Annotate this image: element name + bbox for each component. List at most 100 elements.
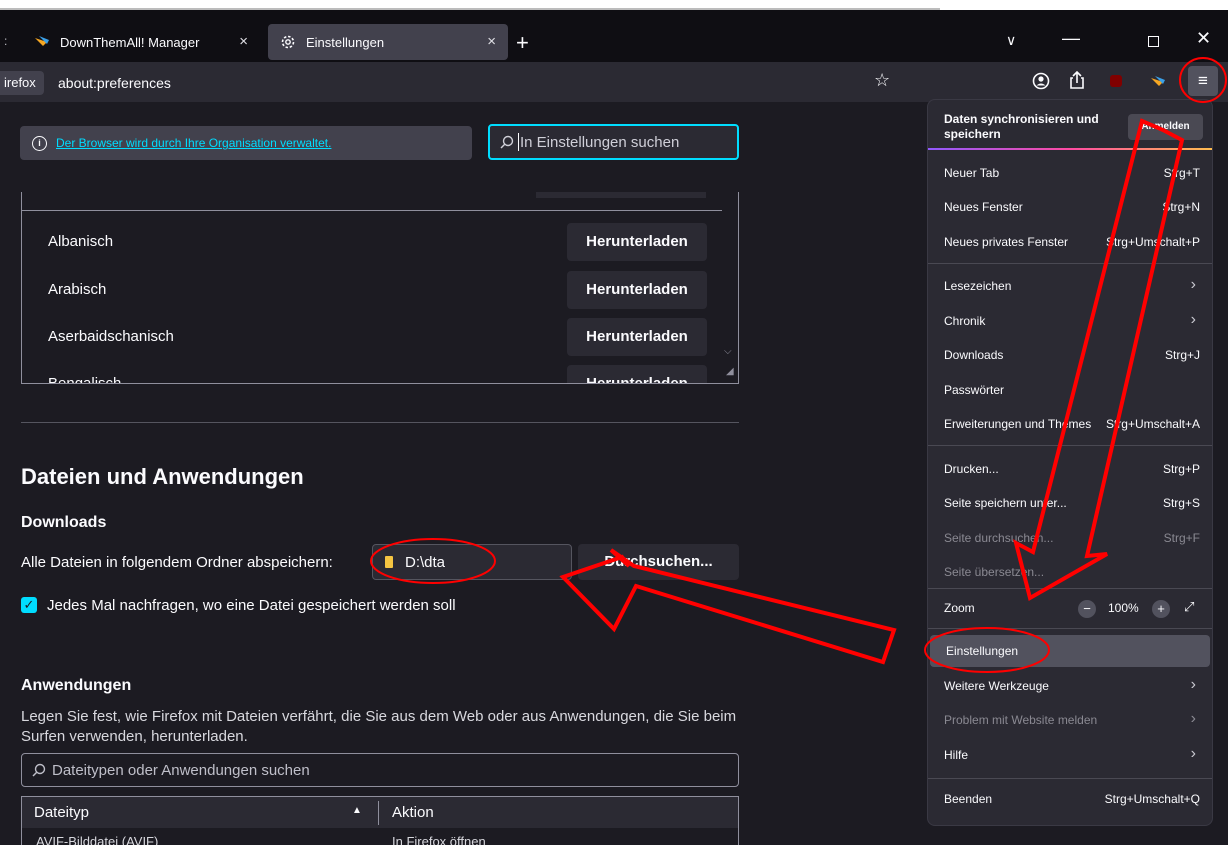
new-tab-button[interactable]: + (516, 30, 529, 56)
language-name: Albanisch (48, 233, 114, 250)
resize-grip-icon[interactable]: ◢ (726, 366, 734, 377)
minimize-button[interactable]: — (1062, 28, 1080, 49)
chevron-right-icon: › (1190, 710, 1196, 727)
menu-item-find-in-page: Seite durchsuchen... Strg+F (944, 531, 1200, 545)
close-tab-icon[interactable]: × (487, 33, 496, 50)
download-language-button[interactable]: Herunterladen (567, 223, 707, 261)
hamburger-menu-button[interactable]: ≡ (1188, 66, 1218, 96)
menu-separator (928, 588, 1212, 589)
app-menu-panel: Daten synchronisieren und speichern Anme… (927, 99, 1213, 826)
ublock-origin-icon[interactable] (1110, 75, 1122, 87)
menu-item-private-window[interactable]: Neues privates Fenster Strg+Umschalt+P (928, 228, 1212, 258)
text-cursor (518, 133, 519, 151)
menu-item-more-tools[interactable]: Weitere Werkzeuge › (928, 672, 1212, 702)
search-icon (500, 135, 514, 149)
menu-item-new-tab[interactable]: Neuer Tab Strg+T (928, 159, 1212, 189)
cell-type: AVIF-Bilddatei (AVIF) (36, 834, 159, 845)
close-tab-icon[interactable]: × (239, 33, 248, 50)
menu-separator (928, 263, 1212, 264)
menu-separator (928, 445, 1212, 446)
menu-item-settings[interactable]: Einstellungen (930, 635, 1210, 667)
browse-button[interactable]: Durchsuchen... (578, 544, 739, 580)
column-divider (378, 801, 379, 825)
ask-download-checkbox[interactable]: ✓ (21, 597, 37, 613)
sign-in-button[interactable]: Anmelden (1128, 114, 1203, 140)
menu-item-history[interactable]: Chronik › (928, 307, 1212, 337)
language-list[interactable]: Albanisch Herunterladen Arabisch Herunte… (21, 192, 739, 384)
fullscreen-icon[interactable]: ⤢ (1184, 599, 1194, 615)
tab-title: Einstellungen (306, 34, 385, 50)
gear-icon (280, 34, 296, 50)
scroll-down-icon[interactable]: ⌵ (724, 346, 732, 357)
menu-item-downloads[interactable]: Downloads Strg+J (928, 341, 1212, 371)
sort-ascending-icon[interactable]: ▲ (352, 805, 362, 816)
zoom-reset-button[interactable]: 100% (1108, 601, 1139, 615)
chevron-right-icon: › (1190, 311, 1196, 328)
settings-search-input[interactable]: In Einstellungen suchen (488, 124, 739, 160)
tab-title: DownThemAll! Manager (60, 34, 200, 50)
language-name: Arabisch (48, 281, 107, 298)
list-item: Bengalisch Herunterladen (22, 365, 722, 384)
policy-link[interactable]: Der Browser wird durch Ihre Organisation… (56, 136, 331, 150)
info-icon: i (32, 135, 47, 151)
menu-item-bookmarks[interactable]: Lesezeichen › (928, 272, 1212, 302)
menu-separator (928, 778, 1212, 779)
download-language-button[interactable]: Herunterladen (567, 365, 707, 383)
chevron-right-icon: › (1190, 676, 1196, 693)
menu-item-passwords[interactable]: Passwörter (928, 376, 1212, 406)
policy-notice: i Der Browser wird durch Ihre Organisati… (20, 126, 472, 160)
account-icon[interactable] (1032, 72, 1050, 95)
column-header-action[interactable]: Aktion (392, 804, 434, 821)
download-folder-field[interactable]: D:\dta (372, 544, 572, 580)
list-all-tabs-button[interactable]: ∨ (1006, 32, 1016, 49)
menu-item-save-page[interactable]: Seite speichern unter... Strg+S (928, 489, 1212, 519)
menu-item-quit[interactable]: Beenden Strg+Umschalt+Q (928, 785, 1212, 815)
share-icon[interactable] (1068, 70, 1086, 95)
nav-toolbar: irefox about:preferences ☆ ≡ (0, 62, 1228, 102)
downthemall-icon (34, 34, 50, 50)
language-name: Bengalisch (48, 375, 122, 384)
filetype-search-input[interactable]: Dateitypen oder Anwendungen suchen (21, 753, 739, 787)
menu-item-print[interactable]: Drucken... Strg+P (928, 455, 1212, 485)
language-name: Aserbaidschanisch (48, 328, 174, 345)
downthemall-icon[interactable] (1150, 74, 1166, 95)
tab-edge-glyph: : (4, 34, 8, 48)
menu-item-translate: Seite übersetzen... (944, 565, 1045, 579)
zoom-in-button[interactable]: + (1152, 600, 1170, 618)
zoom-out-button[interactable]: − (1078, 600, 1096, 618)
downloads-heading: Downloads (21, 514, 107, 531)
tab-downthemall-manager[interactable]: DownThemAll! Manager × (22, 24, 260, 60)
folder-icon (385, 556, 393, 568)
ask-download-label[interactable]: Jedes Mal nachfragen, wo eine Datei gesp… (47, 597, 456, 614)
section-title: Dateien und Anwendungen (21, 464, 304, 489)
download-language-button[interactable]: Herunterladen (567, 271, 707, 309)
menu-item-addons[interactable]: Erweiterungen und Themes Strg+Umschalt+A (928, 410, 1212, 440)
download-language-button[interactable]: Herunterladen (567, 318, 707, 356)
bookmark-star-icon[interactable]: ☆ (874, 70, 890, 91)
menu-item-zoom: Zoom − 100% + ⤢ (944, 599, 1195, 618)
cut-off-button (536, 192, 706, 198)
close-window-button[interactable]: ✕ (1196, 28, 1211, 49)
cell-action: In Firefox öffnen (392, 834, 486, 845)
save-folder-label: Alle Dateien in folgendem Ordner abspeic… (21, 554, 333, 571)
applications-description: Legen Sie fest, wie Firefox mit Dateien … (21, 708, 737, 745)
menu-item-new-window[interactable]: Neues Fenster Strg+N (928, 193, 1212, 223)
filetype-search-placeholder: Dateitypen oder Anwendungen suchen (52, 761, 310, 779)
menu-item-help[interactable]: Hilfe › (928, 741, 1212, 771)
maximize-button[interactable] (1148, 36, 1159, 47)
search-placeholder: In Einstellungen suchen (520, 133, 680, 151)
list-item: Arabisch Herunterladen (22, 271, 722, 309)
applications-heading: Anwendungen (21, 677, 132, 694)
table-row[interactable]: AVIF-Bilddatei (AVIF) In Firefox öffnen (21, 828, 739, 845)
url-bar[interactable]: about:preferences (58, 71, 171, 95)
identity-box[interactable]: irefox (0, 71, 44, 95)
tab-bar: : DownThemAll! Manager × Einstellungen ×… (0, 10, 1228, 62)
list-item: Albanisch Herunterladen (22, 223, 722, 261)
folder-value: D:\dta (405, 553, 446, 571)
chevron-right-icon: › (1190, 745, 1196, 762)
section-divider (21, 422, 739, 423)
column-header-type[interactable]: Dateityp (34, 804, 89, 821)
applications-table-header: Dateityp ▲ Aktion (21, 796, 739, 828)
sync-title: Daten synchronisieren und speichern (944, 112, 1099, 141)
tab-einstellungen[interactable]: Einstellungen × (268, 24, 508, 60)
